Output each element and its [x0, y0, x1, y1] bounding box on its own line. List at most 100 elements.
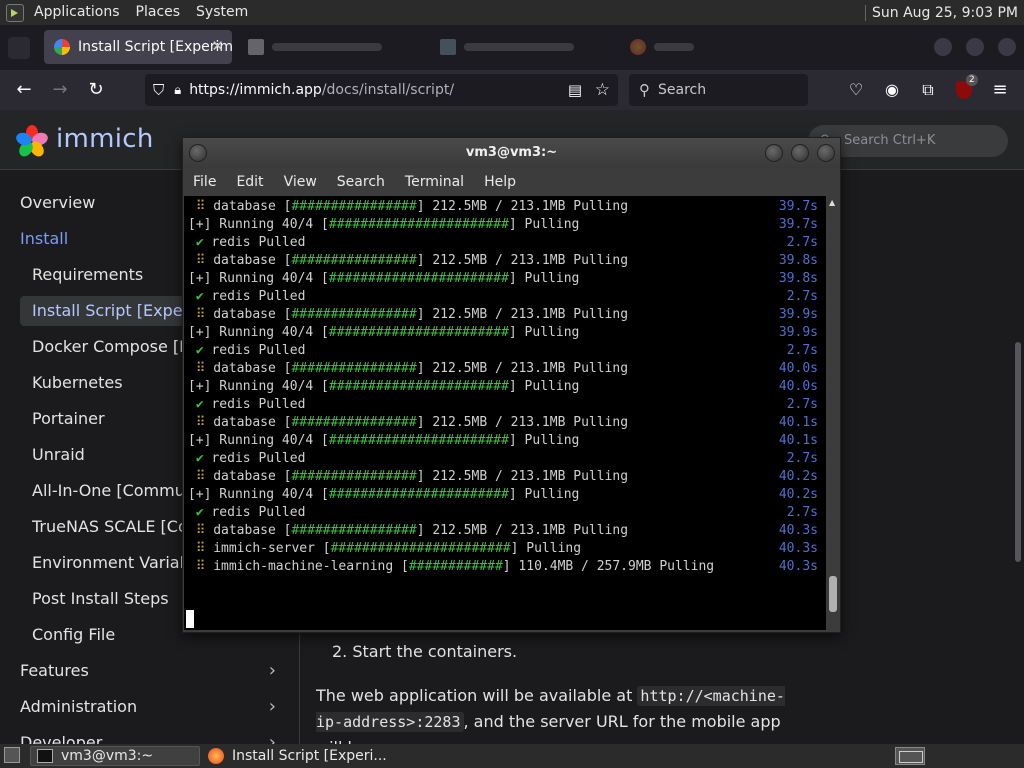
firefox-view-icon[interactable] [8, 37, 30, 59]
check-icon: ✔ [188, 505, 212, 520]
site-favicon-icon [248, 39, 264, 55]
terminal-line-text: redis Pulled [211, 451, 306, 466]
lock-icon[interactable]: 🔒︎ [174, 83, 181, 98]
window-menu-icon[interactable] [189, 144, 207, 162]
terminal-line: [+] Running 40/4 [######################… [188, 378, 818, 396]
terminal-line-text: redis Pulled [211, 235, 306, 250]
page-scrollbar[interactable] [1015, 342, 1021, 562]
terminal-line-text: [+] Running 40/4 [######################… [188, 379, 580, 394]
terminal-line-text: database [################] 212.5MB / 21… [213, 199, 629, 214]
taskbar-label: vm3@vm3:~ [61, 748, 154, 764]
terminal-line-time: 40.0s [778, 361, 818, 376]
immich-logo-icon[interactable] [15, 124, 49, 158]
close-window-icon[interactable] [998, 38, 1016, 56]
url-domain: https://immich.app [189, 82, 322, 98]
bookmark-star-icon[interactable]: ☆ [595, 80, 610, 100]
extension-badge: 2 [966, 74, 978, 86]
terminal-line-text: database [################] 212.5MB / 21… [213, 523, 629, 538]
terminal-titlebar[interactable]: vm3@vm3:~ [183, 138, 840, 168]
chevron-right-icon: › [268, 732, 276, 744]
menu-edit[interactable]: Edit [226, 174, 273, 190]
system-menu[interactable]: System [188, 0, 256, 25]
extensions-icon[interactable]: ⧉ [916, 78, 940, 102]
terminal-line-time: 40.1s [778, 415, 818, 430]
maximize-window-icon[interactable] [966, 38, 984, 56]
terminal-line: [+] Running 40/4 [######################… [188, 324, 818, 342]
sidebar-item-features[interactable]: Features › [20, 656, 290, 686]
chevron-right-icon: › [268, 660, 276, 681]
browser-tab-bar: Install Script [Experim ✕ [0, 25, 1024, 70]
terminal-window: vm3@vm3:~ File Edit View Search Terminal… [182, 137, 841, 633]
terminal-line-text: immich-machine-learning [############] 1… [213, 559, 715, 574]
menu-search[interactable]: Search [327, 174, 395, 190]
terminal-line-time: 2.7s [786, 451, 818, 466]
menu-file[interactable]: File [183, 174, 226, 190]
site-logo-text[interactable]: immich [56, 124, 154, 154]
search-icon: ⚲ [639, 81, 650, 99]
menu-view[interactable]: View [274, 174, 327, 190]
tab-close-icon[interactable]: ✕ [211, 37, 224, 55]
scroll-up-icon[interactable]: ▲ [829, 198, 835, 207]
url-bar[interactable]: ⛉ 🔒︎ https://immich.app/docs/install/scr… [145, 74, 618, 106]
terminal-output[interactable]: ⠿ database [################] 212.5MB / … [184, 196, 826, 630]
menu-terminal[interactable]: Terminal [395, 174, 474, 190]
terminal-line-text: database [################] 212.5MB / 21… [213, 415, 629, 430]
close-icon[interactable] [817, 144, 835, 162]
terminal-line: ⠿ database [################] 212.5MB / … [188, 522, 818, 540]
terminal-scrollbar[interactable]: ▲ [827, 196, 839, 630]
sidebar-item-label: Developer [20, 733, 103, 744]
taskbar-label: Install Script [Experi... [232, 748, 387, 764]
pocket-icon[interactable]: ♡ [844, 78, 868, 102]
browser-search-field[interactable]: ⚲ Search [629, 74, 808, 106]
top-panel: Applications Places System Sun Aug 25, 9… [0, 0, 1024, 25]
applications-menu[interactable]: Applications [26, 0, 128, 25]
hamburger-menu-icon[interactable]: ≡ [988, 78, 1012, 102]
terminal-line-text: [+] Running 40/4 [######################… [188, 487, 580, 502]
terminal-line: ⠿ immich-server [#######################… [188, 540, 818, 558]
forward-arrow-icon[interactable]: → [48, 78, 72, 102]
tab-3[interactable] [430, 30, 610, 64]
scrollbar-thumb[interactable] [829, 576, 837, 612]
maximize-icon[interactable] [791, 144, 809, 162]
terminal-title: vm3@vm3:~ [465, 145, 558, 160]
terminal-line-time: 40.0s [778, 379, 818, 394]
terminal-line: [+] Running 40/4 [######################… [188, 270, 818, 288]
terminal-line: ⠿ immich-machine-learning [############]… [188, 558, 818, 576]
terminal-menubar: File Edit View Search Terminal Help [183, 168, 840, 196]
terminal-line: ✔ redis Pulled 2.7s [188, 450, 818, 468]
tab-2[interactable] [238, 30, 418, 64]
terminal-line-text: [+] Running 40/4 [######################… [188, 271, 580, 286]
back-arrow-icon[interactable]: ← [12, 78, 36, 102]
terminal-line-text: database [################] 212.5MB / 21… [213, 361, 629, 376]
sidebar-item-label: Features [20, 661, 89, 680]
taskbar-firefox[interactable]: Install Script [Experi... [202, 746, 392, 766]
terminal-cursor [186, 610, 194, 628]
workspace-switcher[interactable] [895, 747, 925, 765]
terminal-line-time: 2.7s [786, 289, 818, 304]
places-menu[interactable]: Places [128, 0, 189, 25]
distro-logo-icon[interactable] [6, 3, 24, 22]
spinner-icon: ⠿ [188, 541, 214, 556]
spinner-icon: ⠿ [188, 559, 214, 574]
terminal-line-time: 40.2s [778, 469, 818, 484]
ublock-icon[interactable]: 2 [952, 74, 978, 102]
menu-help[interactable]: Help [474, 174, 526, 190]
terminal-line-time: 40.2s [778, 487, 818, 502]
terminal-line: [+] Running 40/4 [######################… [188, 216, 818, 234]
tab-label: Install Script [Experim [78, 39, 232, 55]
minimize-icon[interactable] [765, 144, 783, 162]
account-icon[interactable]: ◉ [880, 78, 904, 102]
url-path: /docs/install/script/ [321, 82, 455, 98]
reader-view-icon[interactable]: ▤ [568, 81, 582, 99]
tab-4[interactable] [620, 30, 720, 64]
tab-install-script[interactable]: Install Script [Experim ✕ [44, 30, 232, 64]
panel-clock[interactable]: Sun Aug 25, 9:03 PM [872, 5, 1024, 21]
minimize-window-icon[interactable] [934, 38, 952, 56]
terminal-line-text: redis Pulled [211, 343, 306, 358]
shield-icon[interactable]: ⛉ [153, 81, 164, 99]
reload-icon[interactable]: ↻ [84, 78, 108, 102]
sidebar-item-administration[interactable]: Administration › [20, 692, 290, 722]
sidebar-item-developer[interactable]: Developer › [20, 728, 290, 744]
taskbar-terminal[interactable]: vm3@vm3:~ [30, 746, 200, 766]
show-desktop-icon[interactable] [4, 747, 20, 763]
